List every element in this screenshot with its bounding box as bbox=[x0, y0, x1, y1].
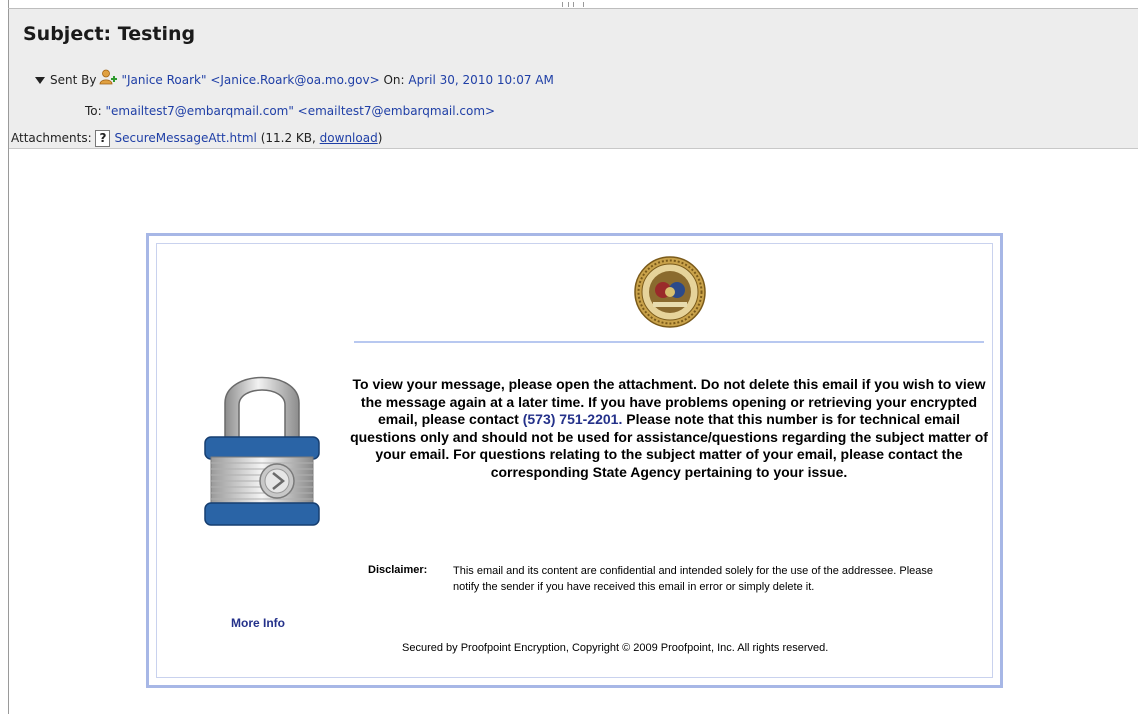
disclaimer-text: This email and its content are confident… bbox=[453, 565, 934, 593]
more-info-link[interactable]: More Info bbox=[231, 616, 285, 630]
splitter-grip[interactable] bbox=[562, 2, 584, 7]
sent-date: April 30, 2010 10:07 AM bbox=[408, 73, 554, 87]
expand-triangle-icon[interactable] bbox=[35, 77, 45, 84]
support-phone: (573) 751-2201. bbox=[522, 411, 623, 427]
recipient-address[interactable]: "emailtest7@embarqmail.com" <emailtest7@… bbox=[106, 104, 496, 118]
email-subject: Subject: Testing bbox=[23, 23, 196, 45]
unknown-file-icon: ? bbox=[95, 130, 111, 147]
disclaimer-label: Disclaimer: bbox=[368, 564, 428, 576]
encrypted-message-card: To view your message, please open the at… bbox=[146, 233, 1003, 688]
to-row: To: "emailtest7@embarqmail.com" <emailte… bbox=[85, 104, 495, 118]
attachment-link[interactable]: SecureMessageAtt.html bbox=[114, 131, 256, 145]
sender-address[interactable]: "Janice Roark" <Janice.Roark@oa.mo.gov> bbox=[121, 73, 379, 87]
on-label: On: bbox=[383, 73, 405, 87]
copyright-notice: Secured by Proofpoint Encryption, Copyri… bbox=[402, 642, 829, 654]
sent-by-row: Sent By "Janice Roark" <Janice.Roark@oa.… bbox=[35, 69, 554, 88]
add-contact-icon[interactable] bbox=[99, 69, 118, 88]
download-link[interactable]: download bbox=[320, 131, 378, 145]
attachments-row: Attachments: ? SecureMessageAtt.html (11.… bbox=[11, 130, 382, 147]
header-divider bbox=[354, 341, 984, 343]
attachment-size: (11.2 KB, bbox=[260, 131, 320, 145]
email-header: Subject: Testing Sent By "Janice Roark" … bbox=[9, 9, 1138, 149]
missouri-seal-icon bbox=[634, 256, 706, 328]
sent-by-label: Sent By bbox=[50, 73, 97, 87]
attachments-label: Attachments: bbox=[11, 131, 92, 145]
message-body: To view your message, please open the at… bbox=[349, 376, 989, 481]
to-label: To: bbox=[85, 104, 102, 118]
attachment-close-paren: ) bbox=[377, 131, 383, 145]
padlock-icon bbox=[204, 376, 320, 526]
